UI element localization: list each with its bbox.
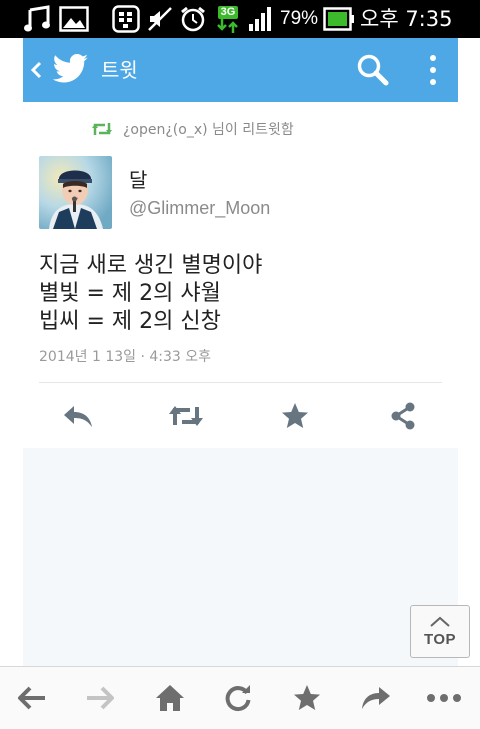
share-page-button[interactable]	[358, 680, 394, 716]
back-arrow-icon	[18, 686, 45, 710]
tweet-timestamp: 2014년 1 13일 · 4:33 오후	[39, 349, 212, 365]
avatar[interactable]	[39, 156, 112, 229]
favorite-icon	[282, 403, 308, 428]
share-button[interactable]	[385, 400, 421, 432]
refresh-icon	[225, 685, 251, 712]
user-display-name[interactable]: 달	[129, 164, 147, 193]
scroll-to-top-button[interactable]: TOP	[410, 605, 470, 658]
tweet-line: 지금 새로 생긴 별명이야	[39, 253, 263, 278]
browser-toolbar	[0, 666, 480, 729]
back-button[interactable]	[29, 38, 43, 102]
twitter-bird-icon[interactable]	[52, 53, 89, 87]
bookmark-button[interactable]	[289, 680, 325, 716]
share-arrow-icon	[362, 687, 390, 709]
forward-nav-button[interactable]	[82, 680, 118, 716]
page-title: 트윗	[101, 58, 138, 82]
3g-data-icon: 3G	[212, 0, 244, 38]
bbm-icon	[110, 0, 142, 38]
search-button[interactable]	[355, 52, 391, 88]
tweet-actions	[23, 384, 458, 448]
right-gutter	[458, 38, 480, 666]
overflow-menu-button[interactable]	[421, 52, 445, 88]
share-icon	[391, 402, 415, 430]
tweet-line: 빕씨 = 제 2의 신창	[39, 309, 221, 334]
clock: 오후 7:35	[360, 7, 453, 31]
signal-icon	[246, 0, 276, 38]
refresh-button[interactable]	[220, 680, 256, 716]
music-icon	[22, 0, 56, 38]
battery-icon	[322, 0, 356, 38]
alarm-icon	[178, 0, 208, 38]
more-menu-button[interactable]	[426, 680, 462, 716]
reply-icon	[64, 406, 92, 427]
tweet-text: 지금 새로 생긴 별명이야 별빛 = 제 2의 샤월 빕씨 = 제 2의 신창	[39, 252, 449, 336]
home-button[interactable]	[152, 680, 188, 716]
retweet-context[interactable]: ¿open¿(o_x) 님이 리트윗함	[91, 118, 294, 140]
divider	[39, 382, 442, 383]
retweeted-by-text: ¿open¿(o_x) 님이 리트윗함	[123, 122, 294, 138]
chevron-left-icon	[30, 61, 42, 79]
home-icon	[156, 685, 184, 711]
retweet-button[interactable]	[168, 400, 204, 432]
left-gutter	[0, 38, 23, 666]
empty-area	[23, 448, 458, 666]
retweet-indicator-icon	[92, 123, 112, 135]
overflow-menu-icon	[430, 55, 436, 85]
network-label: 3G	[217, 5, 239, 19]
forward-arrow-icon	[87, 686, 114, 710]
status-bar: 3G 79% 오후 7:35	[0, 0, 480, 38]
mute-icon	[146, 0, 174, 38]
search-icon	[357, 54, 389, 86]
retweet-icon	[169, 406, 203, 426]
more-dots-icon	[427, 694, 461, 702]
app-header: 트윗	[23, 38, 458, 102]
image-icon	[58, 0, 90, 38]
user-handle[interactable]: @Glimmer_Moon	[129, 198, 270, 219]
back-nav-button[interactable]	[14, 680, 50, 716]
top-label: TOP	[423, 630, 457, 648]
reply-button[interactable]	[60, 400, 96, 432]
tweet-detail: ¿open¿(o_x) 님이 리트윗함 달 @Glimmer_Moon 지금 새…	[23, 102, 458, 448]
chevron-up-icon	[430, 616, 450, 627]
battery-percent: 79%	[280, 8, 319, 29]
bookmark-star-icon	[294, 685, 320, 710]
favorite-button[interactable]	[277, 400, 313, 432]
tweet-line: 별빛 = 제 2의 샤월	[39, 281, 221, 306]
